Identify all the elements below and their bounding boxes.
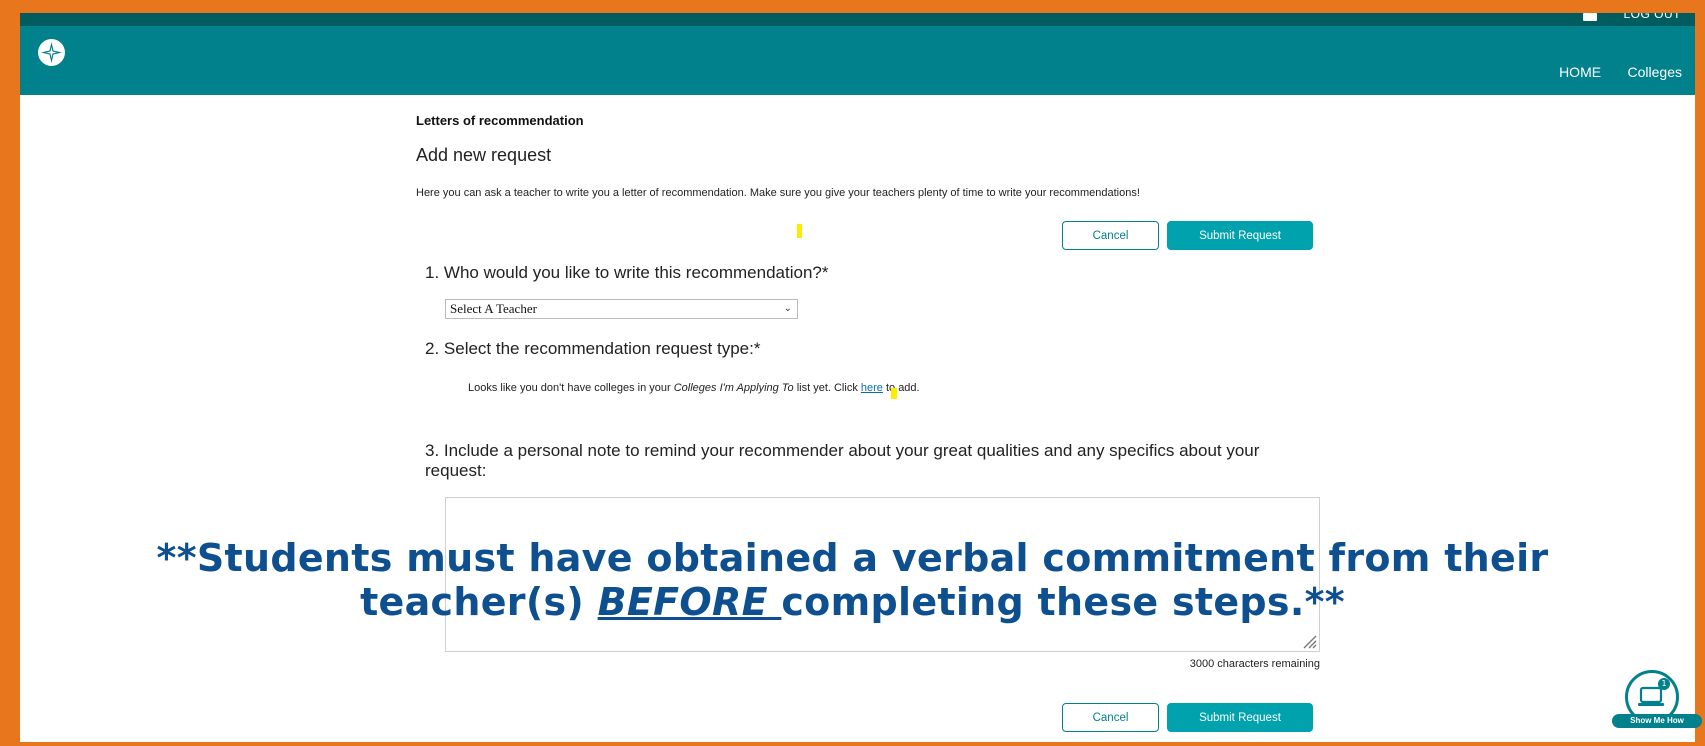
no-colleges-text-3: to add. [882, 382, 920, 394]
logout-link[interactable]: LOG OUT [1623, 13, 1681, 21]
nav-links: HOME Colleges [1537, 64, 1682, 82]
notification-badge: 1 [1658, 678, 1670, 690]
question-1: 1. Who would you like to write this reco… [425, 263, 829, 282]
resize-handle-icon[interactable] [1301, 633, 1317, 649]
chevron-down-icon: ⌄ [783, 303, 792, 314]
submit-request-button[interactable]: Submit Request [1167, 221, 1313, 250]
section-label: Letters of recommendation [416, 113, 584, 128]
show-me-how-label: Show Me How [1612, 714, 1702, 728]
main-navbar: HOME Colleges [20, 26, 1695, 95]
no-colleges-text-2: list yet. Click [793, 382, 861, 394]
overlay-before-emphasis: BEFORE [597, 580, 782, 624]
compass-logo-icon[interactable] [38, 39, 65, 66]
characters-remaining: 3000 characters remaining [1189, 658, 1320, 670]
question-3: 3. Include a personal note to remind you… [425, 441, 1260, 480]
cancel-button-bottom[interactable]: Cancel [1062, 703, 1159, 732]
add-colleges-link[interactable]: here [861, 382, 883, 394]
overlay-line-2: teacher(s) BEFORE completing these steps… [0, 580, 1705, 624]
overlay-caption: **Students must have obtained a verbal c… [0, 536, 1705, 624]
intro-text: Here you can ask a teacher to write you … [416, 187, 1140, 199]
nav-home-link[interactable]: HOME [1559, 64, 1601, 80]
question-2: 2. Select the recommendation request typ… [425, 339, 761, 358]
show-me-how-widget[interactable]: 1 Show Me How [1612, 670, 1702, 730]
overlay-line-2-pre: teacher(s) [360, 580, 598, 624]
cancel-button[interactable]: Cancel [1062, 221, 1159, 250]
colleges-list-name: Colleges I'm Applying To [673, 382, 794, 394]
mail-icon[interactable] [1583, 13, 1597, 21]
cursor-highlight-2 [891, 388, 897, 399]
nav-colleges-link[interactable]: Colleges [1628, 64, 1682, 80]
no-colleges-text-1: Looks like you don't have colleges in yo… [468, 382, 674, 394]
overlay-line-1: **Students must have obtained a verbal c… [156, 536, 1549, 580]
cursor-highlight [797, 224, 802, 238]
teacher-select[interactable]: Select A Teacher ⌄ [445, 299, 798, 319]
submit-request-button-bottom[interactable]: Submit Request [1167, 703, 1313, 732]
page-title: Add new request [416, 145, 552, 165]
overlay-line-2-post: completing these steps.** [781, 580, 1345, 624]
app-frame: LOG OUT HOME Colleges Letters of recomme… [20, 13, 1695, 742]
no-colleges-message: Looks like you don't have colleges in yo… [468, 382, 920, 394]
top-utility-bar: LOG OUT [20, 13, 1695, 26]
teacher-select-value: Select A Teacher [450, 301, 537, 316]
